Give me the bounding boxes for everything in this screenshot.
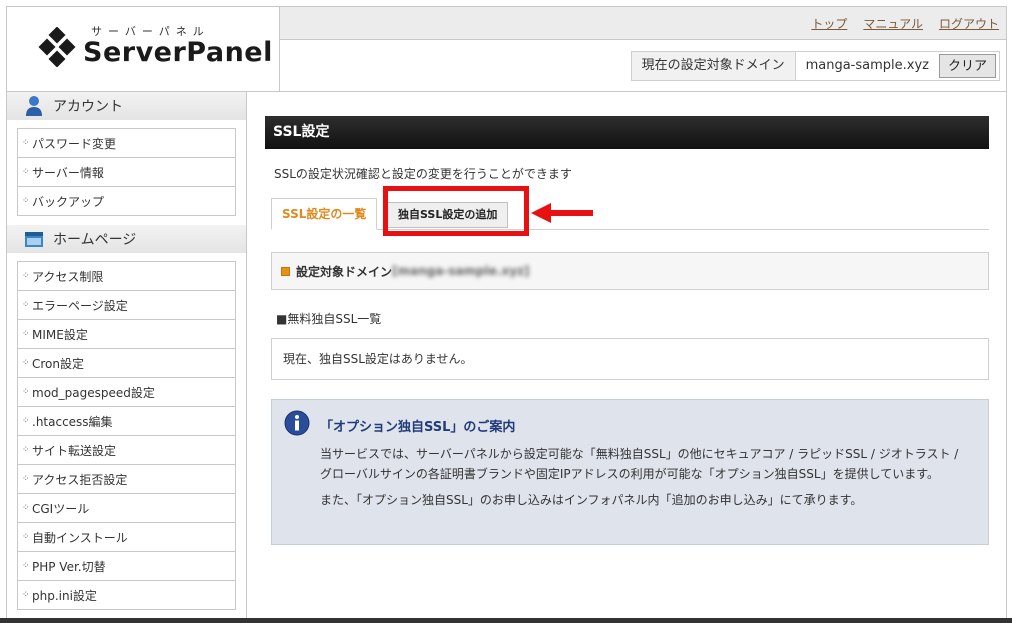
sidebar-item-label: php.ini設定 <box>32 588 97 603</box>
sidebar-item-password[interactable]: ⁘ パスワード変更 <box>18 129 235 158</box>
clear-domain-button[interactable]: クリア <box>938 54 996 78</box>
logo[interactable]: サーバーパネル ServerPanel <box>7 7 279 91</box>
sidebar-item-label: バックアップ <box>32 194 105 209</box>
bullet-icon: ⁘ <box>22 300 30 310</box>
bullet-icon: ⁘ <box>22 416 30 426</box>
sidebar-item-label: サイト転送設定 <box>32 443 117 458</box>
bullet-icon: ⁘ <box>22 167 30 177</box>
sidebar-item-htaccess[interactable]: ⁘ .htaccess編集 <box>18 407 235 436</box>
sidebar-item-label: 自動インストール <box>32 530 128 545</box>
bullet-icon: ⁘ <box>22 196 30 206</box>
tab-ssl-list[interactable]: SSL設定の一覧 <box>271 198 378 230</box>
current-domain-label: 現在の設定対象ドメイン <box>631 52 796 80</box>
target-domain-value: [manga-sample.xyz] <box>392 264 530 278</box>
option-ssl-info-box: 「オプション独自SSL」のご案内 当サービスでは、サーバーパネルから設定可能な「… <box>271 399 989 545</box>
target-domain-label: 設定対象ドメイン <box>296 264 393 279</box>
sidebar-item-auto-install[interactable]: ⁘ 自動インストール <box>18 523 235 552</box>
target-domain-panel: 設定対象ドメイン [manga-sample.xyz] <box>271 252 989 290</box>
sidebar-item-php-ini[interactable]: ⁘ php.ini設定 <box>18 581 235 610</box>
sidebar-heading-homepage: ホームページ <box>7 225 246 253</box>
info-paragraph: 当サービスでは、サーバーパネルから設定可能な「無料独自SSL」の他にセキュアコア… <box>320 447 959 481</box>
sidebar-item-label: サーバー情報 <box>32 165 104 180</box>
link-logout[interactable]: ログアウト <box>939 15 999 32</box>
sidebar-item-error-page[interactable]: ⁘ エラーページ設定 <box>18 291 235 320</box>
sidebar-list-homepage: ⁘ アクセス制限 ⁘ エラーページ設定 ⁘ MIME設定 ⁘ Cron設定 ⁘ mod_p… <box>17 261 236 610</box>
highlight-annotation <box>383 186 529 236</box>
sidebar-item-server-info[interactable]: ⁘ サーバー情報 <box>18 158 235 187</box>
bullet-icon: ⁘ <box>22 561 30 571</box>
free-ssl-empty-message: 現在、独自SSL設定はありません。 <box>271 338 989 380</box>
sidebar-item-pagespeed[interactable]: ⁘ mod_pagespeed設定 <box>18 378 235 407</box>
sidebar-item-label: MIME設定 <box>32 327 88 342</box>
sidebar-item-access-deny[interactable]: ⁘ アクセス拒否設定 <box>18 465 235 494</box>
current-domain-value: manga-sample.xyz <box>805 58 929 73</box>
user-icon <box>26 96 42 116</box>
main-content: SSL設定 SSLの設定状況確認と設定の変更を行うことができます SSL設定の一… <box>265 116 989 545</box>
sidebar-list-account: ⁘ パスワード変更 ⁘ サーバー情報 ⁘ バックアップ <box>17 128 236 216</box>
sidebar-item-label: アクセス制限 <box>32 269 104 284</box>
info-paragraph: また、「オプション独自SSL」のお申し込みはインフォパネル内「追加のお申し込み」… <box>320 493 863 507</box>
info-title: 「オプション独自SSL」のご案内 <box>320 420 516 435</box>
bullet-icon: ⁘ <box>22 474 30 484</box>
bullet-icon: ⁘ <box>22 590 30 600</box>
free-ssl-section-title: ■無料独自SSL一覧 <box>276 312 382 326</box>
bullet-icon: ⁘ <box>22 271 30 281</box>
sidebar-item-backup[interactable]: ⁘ バックアップ <box>18 187 235 216</box>
link-top[interactable]: トップ <box>811 15 847 32</box>
logo-title: ServerPanel <box>83 37 273 68</box>
sidebar-item-php-version[interactable]: ⁘ PHP Ver.切替 <box>18 552 235 581</box>
bullet-icon: ⁘ <box>22 445 30 455</box>
logo-diamond-icon <box>38 27 76 67</box>
bottom-edge <box>0 618 1012 623</box>
arrow-left-icon <box>531 203 593 223</box>
sidebar-item-label: PHP Ver.切替 <box>32 559 106 574</box>
sidebar-item-label: エラーページ設定 <box>32 298 128 313</box>
bullet-icon: ⁘ <box>22 329 30 339</box>
header-nav: トップ マニュアル ログアウト <box>280 7 1006 40</box>
app-frame: サーバーパネル ServerPanel トップ マニュアル ログアウト 現在の設… <box>6 6 1007 623</box>
tab-bar: SSL設定の一覧 独自SSL設定の追加 <box>271 186 989 236</box>
bullet-icon: ⁘ <box>22 387 30 397</box>
page-description: SSLの設定状況確認と設定の変更を行うことができます <box>274 167 572 181</box>
link-manual[interactable]: マニュアル <box>863 15 923 32</box>
sidebar: アカウント ⁘ パスワード変更 ⁘ サーバー情報 ⁘ バックアップ ホームページ ⁘ ア… <box>7 92 247 622</box>
sidebar-item-label: アクセス拒否設定 <box>32 472 128 487</box>
bullet-icon: ⁘ <box>22 358 30 368</box>
sidebar-item-label: .htaccess編集 <box>32 414 113 429</box>
sidebar-heading-label: ホームページ <box>53 232 137 248</box>
page-title: SSL設定 <box>265 116 989 149</box>
sidebar-heading-label: アカウント <box>53 99 123 115</box>
header: トップ マニュアル ログアウト 現在の設定対象ドメイン manga-sample… <box>279 7 1006 91</box>
sidebar-heading-account: アカウント <box>7 92 246 120</box>
sidebar-item-cgi[interactable]: ⁘ CGIツール <box>18 494 235 523</box>
window-icon <box>25 232 43 247</box>
sidebar-item-site-redirect[interactable]: ⁘ サイト転送設定 <box>18 436 235 465</box>
info-text: 当サービスでは、サーバーパネルから設定可能な「無料独自SSL」の他にセキュアコア… <box>320 444 960 510</box>
sidebar-item-label: パスワード変更 <box>32 136 117 151</box>
sidebar-item-label: Cron設定 <box>32 356 84 371</box>
square-bullet-icon <box>281 266 290 276</box>
sidebar-item-access-restriction[interactable]: ⁘ アクセス制限 <box>18 262 235 291</box>
bullet-icon: ⁘ <box>22 532 30 542</box>
sidebar-item-cron[interactable]: ⁘ Cron設定 <box>18 349 235 378</box>
sidebar-item-label: mod_pagespeed設定 <box>32 385 155 400</box>
bullet-icon: ⁘ <box>22 503 30 513</box>
sidebar-item-mime[interactable]: ⁘ MIME設定 <box>18 320 235 349</box>
info-icon <box>284 410 310 436</box>
bullet-icon: ⁘ <box>22 138 30 148</box>
sidebar-item-label: CGIツール <box>32 501 90 516</box>
current-domain-bar: 現在の設定対象ドメイン manga-sample.xyz クリア <box>630 51 1000 81</box>
